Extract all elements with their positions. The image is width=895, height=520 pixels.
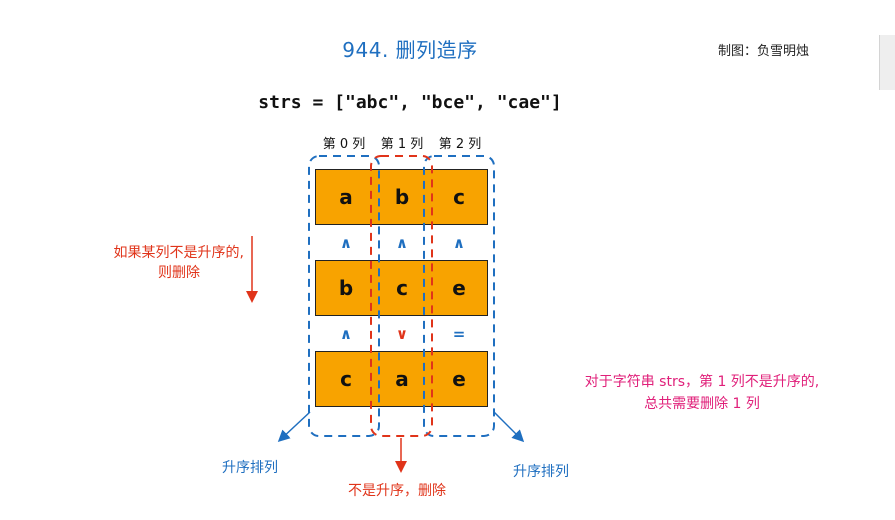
column-0-outline xyxy=(308,155,380,437)
label-ascending-right: 升序排列 xyxy=(513,464,569,480)
left-note-line1: 如果某列不是升序的, xyxy=(113,245,244,261)
bottom-left-arrow xyxy=(277,411,311,443)
right-note-line1: 对于字符串 strs，第 1 列不是升序的, xyxy=(584,374,820,390)
bottom-right-arrow xyxy=(493,411,525,443)
left-note-line2: 则删除 xyxy=(158,265,200,281)
column-1-outline xyxy=(370,155,433,437)
right-note-line2: 总共需要删除 1 列 xyxy=(644,396,760,412)
label-ascending-left: 升序排列 xyxy=(222,460,278,476)
label-not-ascending: 不是升序，删除 xyxy=(348,483,446,499)
column-2-outline xyxy=(423,155,495,437)
